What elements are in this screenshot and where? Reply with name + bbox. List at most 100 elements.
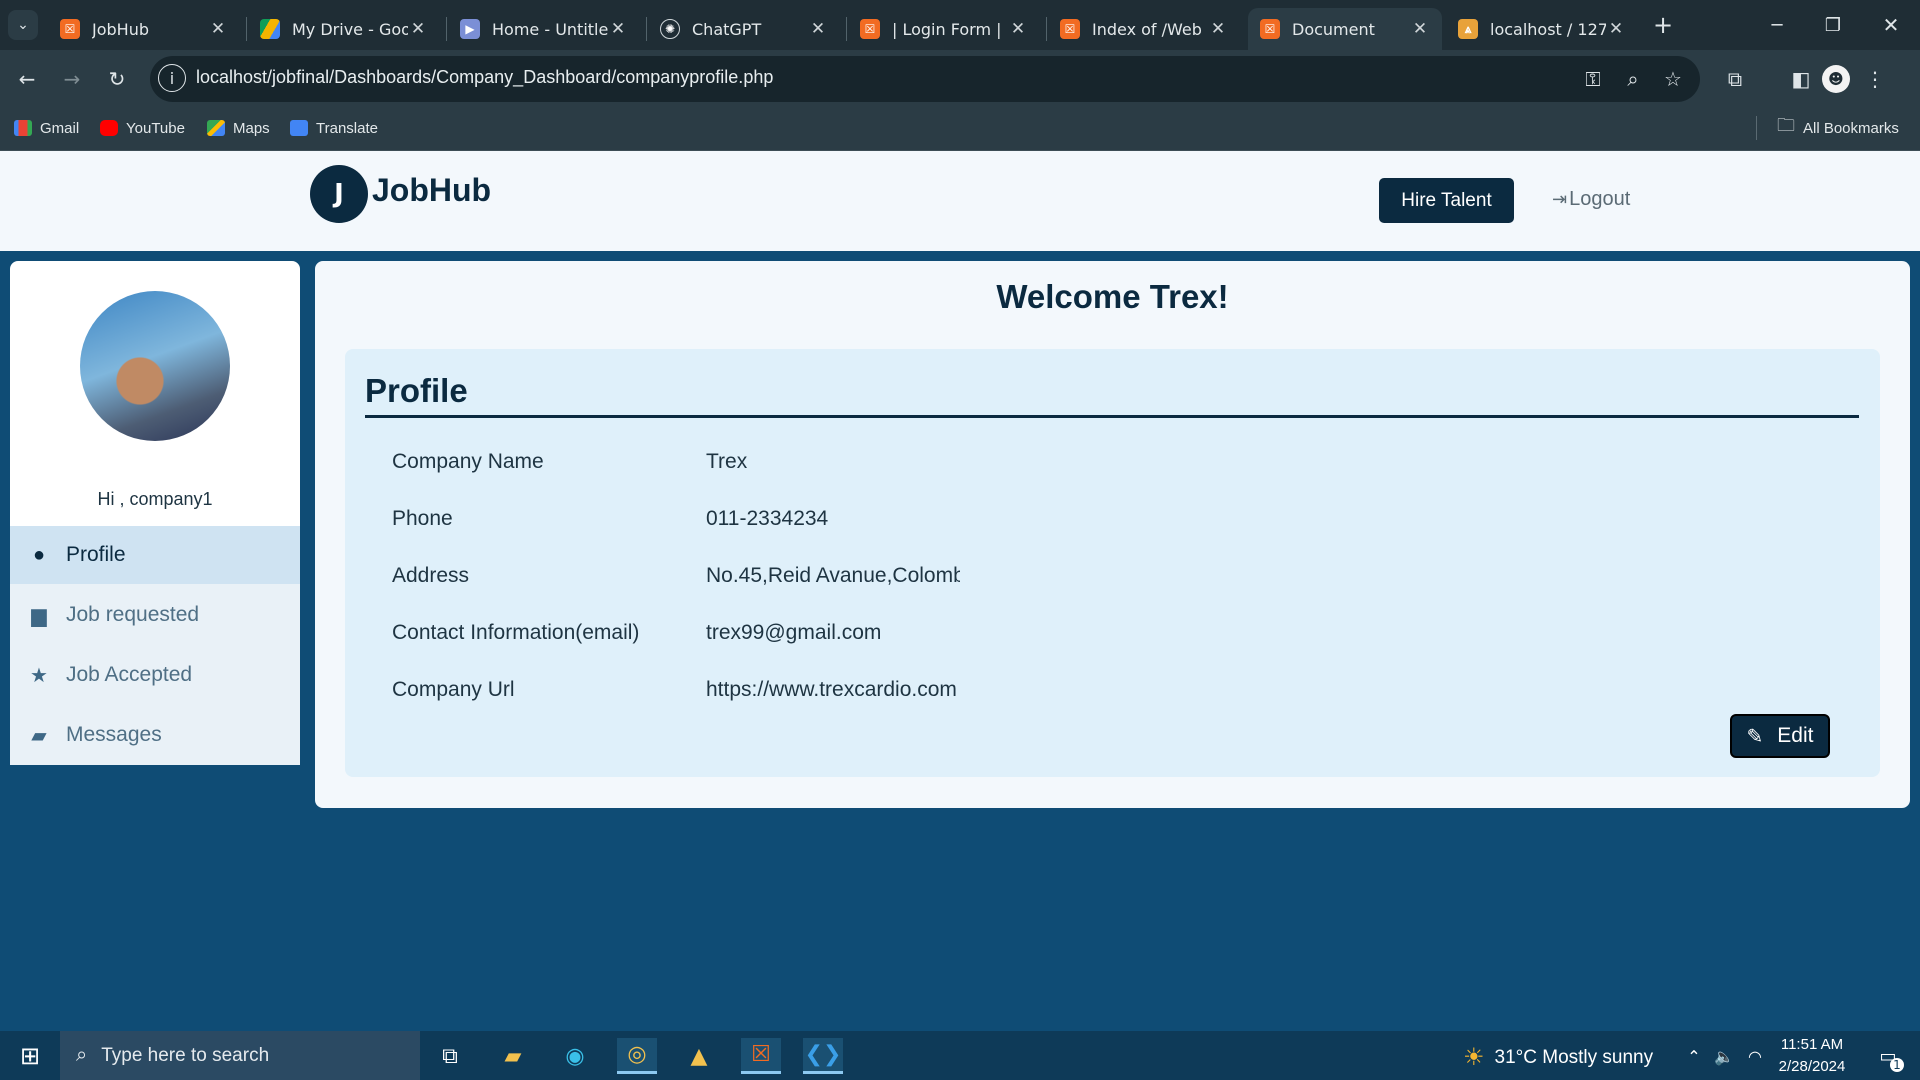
sidebar-item-messages[interactable]: ▰ Messages [10,706,300,764]
field-label-address: Address [392,564,470,587]
phpmyadmin-icon: ⩓ [1458,19,1478,39]
sun-cloud-icon: ☀ [1463,1044,1485,1071]
bookmark-gmail[interactable]: Gmail [14,116,79,140]
menu-kebab-icon[interactable]: ⋮ [1860,64,1890,94]
tab-my-drive[interactable]: My Drive - Goog ✕ [248,8,440,50]
field-value-email: trex99@gmail.com [706,621,882,644]
xampp-icon: ☒ [60,19,80,39]
field-label-email: Contact Information(email) [392,621,640,644]
taskbar-clock[interactable]: 11:51 AM 2/28/2024 [1752,1034,1872,1078]
close-icon[interactable]: ✕ [1008,19,1028,39]
chatgpt-icon: ✺ [660,19,680,39]
tab-index-of[interactable]: ☒ Index of /Web Fi ✕ [1048,8,1240,50]
tab-document-active[interactable]: ☒ Document ✕ [1248,8,1442,50]
field-value-address: No.45,Reid Avanue,Colombo [706,564,960,587]
file-explorer-icon[interactable]: ▰ [493,1038,533,1074]
xampp-taskbar-icon[interactable]: ☒ [741,1038,781,1074]
edge-icon[interactable]: ◉ [555,1038,595,1074]
reload-icon[interactable]: ↻ [102,64,132,94]
youtube-icon [100,120,118,136]
profile-heading: Profile [365,372,468,409]
close-icon[interactable]: ✕ [808,19,828,39]
taskbar-search[interactable]: ⌕ Type here to search [60,1031,420,1080]
field-label-company-url: Company Url [392,678,515,701]
sidebar-item-profile[interactable]: ● Profile [10,526,300,584]
site-info-icon[interactable]: i [158,64,186,92]
close-icon[interactable]: ✕ [408,19,428,39]
maps-icon [207,120,225,136]
close-icon[interactable]: ✕ [208,19,228,39]
user-icon: ● [32,543,46,566]
edit-button[interactable]: ✎ Edit [1730,714,1830,758]
tab-login-form[interactable]: ☒ | Login Form | ✕ [848,8,1040,50]
bookmark-translate[interactable]: Translate [290,116,378,140]
bookmark-youtube[interactable]: YouTube [100,116,185,140]
folder-icon: 🗀 [1777,115,1795,135]
tab-phpmyadmin[interactable]: ⩓ localhost / 127.0 ✕ [1446,8,1638,50]
url-text[interactable]: localhost/jobfinal/Dashboards/Company_Da… [196,67,773,88]
warning-app-icon[interactable]: ▲ [679,1038,719,1074]
xampp-icon: ☒ [1260,19,1280,39]
sidebar-greeting: Hi , company1 [97,489,213,509]
gmail-icon [14,120,32,136]
tab-chatgpt[interactable]: ✺ ChatGPT ✕ [648,8,840,50]
profile-avatar-icon[interactable]: ☻ [1822,65,1850,93]
logout-icon: ⇥ [1552,189,1568,209]
star-icon: ★ [30,664,48,687]
weather-widget[interactable]: ☀ 31°C Mostly sunny [1463,1043,1653,1072]
browser-tab-bar: ⌄ ☒ JobHub ✕ My Drive - Goog ✕ ▶ Home - … [0,0,1920,50]
sidebar-item-job-requested[interactable]: ▆ Job requested [10,586,300,644]
avatar [80,291,230,441]
tab-divider [846,17,847,41]
forward-arrow-icon[interactable]: → [57,64,87,94]
tab-divider [446,17,447,41]
back-arrow-icon[interactable]: ← [12,64,42,94]
bookmark-maps[interactable]: Maps [207,116,270,140]
vscode-icon[interactable]: ❮❯ [803,1038,843,1074]
restore-icon[interactable]: ❐ [1818,10,1848,40]
google-drive-icon [260,19,280,39]
xampp-icon: ☒ [1060,19,1080,39]
tab-home-untitled[interactable]: ▶ Home - Untitled ✕ [448,8,640,50]
field-label-company-name: Company Name [392,450,544,473]
briefcase-icon: ▆ [31,604,47,627]
field-value-company-name: Trex [706,450,748,473]
message-icon: ▰ [31,724,47,747]
task-view-icon[interactable]: ⧉ [430,1038,470,1074]
translate-icon [290,120,308,136]
notification-count: 1 [1890,1058,1904,1072]
chrome-icon[interactable]: ◎ [617,1038,657,1074]
edit-pencil-icon: ✎ [1746,725,1764,748]
tab-divider [646,17,647,41]
jobhub-logo-icon[interactable]: J [310,165,368,223]
profile-divider [365,415,1859,418]
close-icon[interactable]: ✕ [1208,19,1228,39]
minimize-icon[interactable]: ─ [1762,10,1792,40]
close-icon[interactable]: ✕ [1606,19,1626,39]
app-header [0,151,1920,251]
bookmarks-bar [0,108,1920,151]
xampp-icon: ☒ [860,19,880,39]
sidebar-item-job-accepted[interactable]: ★ Job Accepted [10,646,300,704]
hire-talent-button[interactable]: Hire Talent [1379,178,1514,223]
new-tab-plus-icon[interactable]: + [1648,10,1678,40]
logo-text[interactable]: JobHub [372,172,491,209]
key-icon[interactable]: ⚿ [1578,64,1608,94]
bookmark-star-icon[interactable]: ☆ [1658,64,1688,94]
tab-search-chevron-icon[interactable]: ⌄ [8,10,38,40]
notification-icon[interactable]: ▭ 1 [1868,1038,1908,1074]
tab-divider [1046,17,1047,41]
window-close-icon[interactable]: ✕ [1876,10,1906,40]
logout-link[interactable]: ⇥ Logout [1552,188,1630,211]
page-title: Welcome Trex! [996,278,1229,315]
all-bookmarks[interactable]: 🗀 All Bookmarks [1756,115,1899,140]
tab-jobhub[interactable]: ☒ JobHub ✕ [48,8,240,50]
extensions-puzzle-icon[interactable]: ⧉ [1720,64,1750,94]
close-icon[interactable]: ✕ [1410,19,1430,39]
search-icon: ⌕ [76,1044,88,1066]
zoom-icon[interactable]: ⌕ [1618,64,1648,94]
side-panel-icon[interactable]: ◧ [1786,64,1816,94]
close-icon[interactable]: ✕ [608,19,628,39]
windows-start-icon[interactable]: ⊞ [10,1038,50,1074]
profile-card [345,349,1880,777]
